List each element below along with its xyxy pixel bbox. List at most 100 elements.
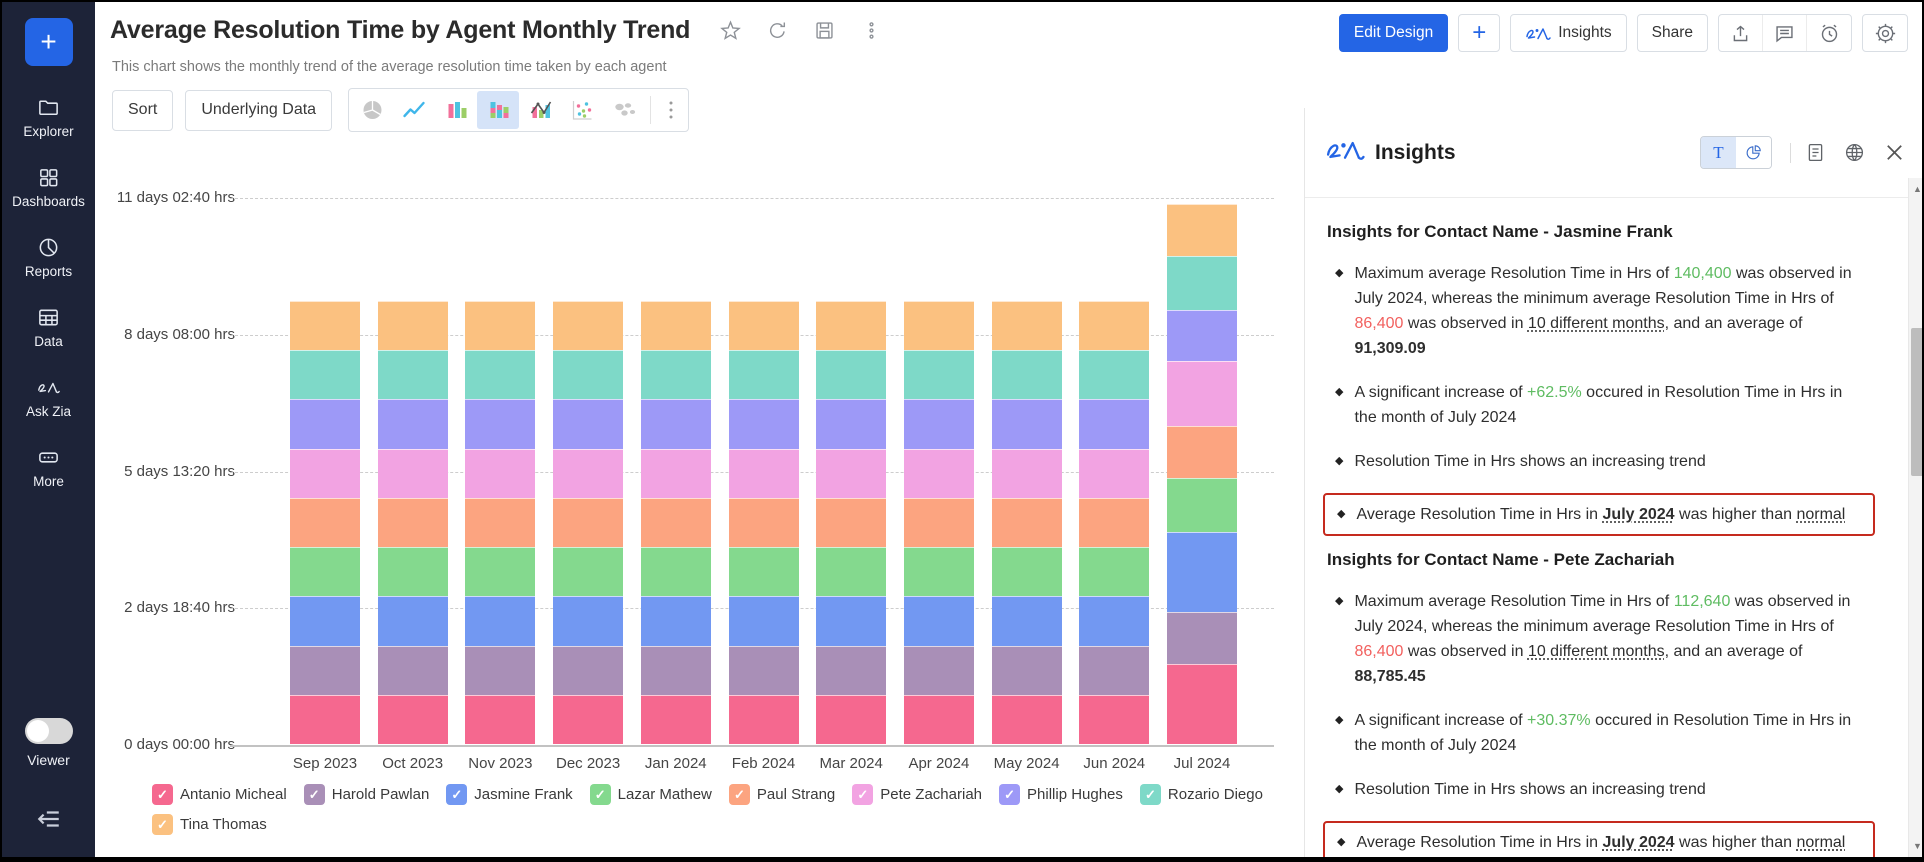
bar-segment[interactable]: [992, 301, 1062, 350]
bar-segment[interactable]: [553, 695, 623, 744]
bar-segment[interactable]: [992, 449, 1062, 498]
zia-insights-button[interactable]: Insights: [1510, 14, 1626, 52]
bar-segment[interactable]: [904, 646, 974, 695]
bar-segment[interactable]: [465, 596, 535, 645]
bar-segment[interactable]: [816, 547, 886, 596]
bar-segment[interactable]: [1167, 310, 1237, 362]
bar-segment[interactable]: [465, 350, 535, 399]
bar-segment[interactable]: [1079, 646, 1149, 695]
bar-segment[interactable]: [378, 350, 448, 399]
share-button[interactable]: Share: [1637, 14, 1708, 52]
bar-segment[interactable]: [378, 301, 448, 350]
bar-segment[interactable]: [290, 596, 360, 645]
bar-segment[interactable]: [641, 547, 711, 596]
legend-item-pete-zachariah[interactable]: ✓Pete Zachariah: [852, 784, 982, 805]
bar-segment[interactable]: [553, 350, 623, 399]
create-new-button[interactable]: +: [25, 18, 73, 66]
bar-segment[interactable]: [729, 695, 799, 744]
bar-segment[interactable]: [553, 547, 623, 596]
legend-item-paul-strang[interactable]: ✓Paul Strang: [729, 784, 835, 805]
bar-segment[interactable]: [641, 301, 711, 350]
bar-segment[interactable]: [1079, 547, 1149, 596]
bar-segment[interactable]: [378, 449, 448, 498]
legend-checkbox[interactable]: ✓: [999, 784, 1020, 805]
bar-segment[interactable]: [1079, 301, 1149, 350]
bar-segment[interactable]: [904, 449, 974, 498]
bar-segment[interactable]: [816, 301, 886, 350]
bar-segment[interactable]: [729, 449, 799, 498]
insights-scrollbar[interactable]: ▲ ▼: [1908, 178, 1924, 857]
sidebar-item-explorer[interactable]: Explorer: [2, 96, 95, 139]
legend-checkbox[interactable]: ✓: [152, 784, 173, 805]
bar-segment[interactable]: [641, 399, 711, 448]
bar-segment[interactable]: [729, 399, 799, 448]
more-chart-types-icon[interactable]: [656, 91, 686, 129]
export-icon[interactable]: [1719, 15, 1763, 51]
chart-type-bar-icon[interactable]: [435, 91, 477, 129]
scroll-down-icon[interactable]: ▼: [1909, 841, 1924, 851]
bar-segment[interactable]: [1167, 612, 1237, 664]
legend-checkbox[interactable]: ✓: [852, 784, 873, 805]
bar-segment[interactable]: [1079, 596, 1149, 645]
stacked-bar-sep-2023[interactable]: [290, 301, 360, 744]
chart-type-scatter-icon[interactable]: [561, 91, 603, 129]
bar-segment[interactable]: [290, 547, 360, 596]
bar-segment[interactable]: [904, 695, 974, 744]
bar-segment[interactable]: [1079, 399, 1149, 448]
schedule-alarm-icon[interactable]: [1807, 15, 1851, 51]
bar-segment[interactable]: [1167, 664, 1237, 744]
save-icon[interactable]: [814, 20, 835, 41]
sidebar-item-dashboards[interactable]: Dashboards: [2, 166, 95, 209]
legend-item-jasmine-frank[interactable]: ✓Jasmine Frank: [446, 784, 572, 805]
legend-item-rozario-diego[interactable]: ✓Rozario Diego: [1140, 784, 1263, 805]
bar-segment[interactable]: [1167, 256, 1237, 309]
bar-segment[interactable]: [904, 498, 974, 547]
add-to-dashboard-button[interactable]: +: [1458, 14, 1500, 52]
bar-segment[interactable]: [1167, 361, 1237, 425]
bar-segment[interactable]: [992, 399, 1062, 448]
bar-segment[interactable]: [641, 498, 711, 547]
chart-type-stacked-bar-icon[interactable]: [477, 91, 519, 129]
bar-segment[interactable]: [729, 498, 799, 547]
bar-segment[interactable]: [641, 449, 711, 498]
legend-checkbox[interactable]: ✓: [446, 784, 467, 805]
language-globe-icon[interactable]: [1844, 142, 1865, 163]
bar-segment[interactable]: [1167, 478, 1237, 532]
legend-checkbox[interactable]: ✓: [1140, 784, 1161, 805]
chart-type-pie-icon[interactable]: [351, 91, 393, 129]
stacked-bar-mar-2024[interactable]: [816, 301, 886, 744]
legend-item-harold-pawlan[interactable]: ✓Harold Pawlan: [304, 784, 430, 805]
bar-segment[interactable]: [378, 498, 448, 547]
legend-item-tina-thomas[interactable]: ✓Tina Thomas: [152, 814, 267, 835]
bar-segment[interactable]: [465, 695, 535, 744]
bar-segment[interactable]: [992, 547, 1062, 596]
bar-segment[interactable]: [290, 399, 360, 448]
stacked-bar-may-2024[interactable]: [992, 301, 1062, 744]
bar-segment[interactable]: [729, 301, 799, 350]
bar-segment[interactable]: [992, 646, 1062, 695]
chart-type-map-icon[interactable]: [603, 91, 645, 129]
bar-segment[interactable]: [1079, 350, 1149, 399]
sort-button[interactable]: Sort: [112, 90, 173, 131]
bar-segment[interactable]: [641, 695, 711, 744]
legend-checkbox[interactable]: ✓: [590, 784, 611, 805]
stacked-bar-jan-2024[interactable]: [641, 301, 711, 744]
bar-segment[interactable]: [816, 350, 886, 399]
viewer-toggle[interactable]: [25, 718, 73, 744]
legend-checkbox[interactable]: ✓: [729, 784, 750, 805]
bar-segment[interactable]: [290, 301, 360, 350]
refresh-icon[interactable]: [767, 20, 788, 41]
stacked-bar-jun-2024[interactable]: [1079, 301, 1149, 744]
bar-segment[interactable]: [378, 399, 448, 448]
bar-segment[interactable]: [290, 498, 360, 547]
bar-segment[interactable]: [641, 596, 711, 645]
legend-checkbox[interactable]: ✓: [152, 814, 173, 835]
bar-segment[interactable]: [465, 399, 535, 448]
bar-segment[interactable]: [290, 695, 360, 744]
bar-segment[interactable]: [1167, 532, 1237, 612]
legend-checkbox[interactable]: ✓: [304, 784, 325, 805]
collapse-sidebar-icon[interactable]: [36, 806, 62, 837]
bar-segment[interactable]: [904, 399, 974, 448]
comment-icon[interactable]: [1763, 15, 1807, 51]
bar-segment[interactable]: [378, 547, 448, 596]
